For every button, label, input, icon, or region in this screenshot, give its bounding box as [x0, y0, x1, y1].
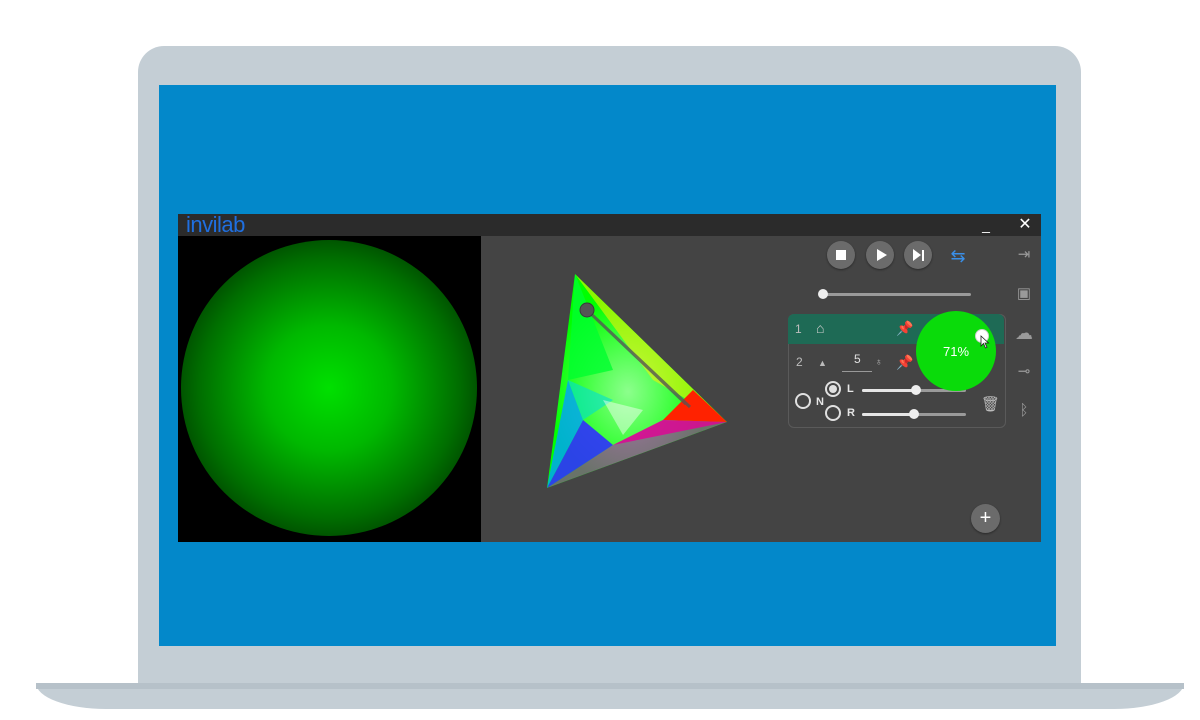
trash-icon[interactable]: 🗑	[981, 397, 1000, 412]
light-preview-glow	[181, 240, 477, 536]
add-scene-button[interactable]: +	[971, 504, 1000, 533]
color-triangle[interactable]	[543, 270, 733, 500]
fader-icon[interactable]: ♁	[875, 356, 883, 370]
channel-l-label: L	[847, 383, 854, 395]
play-button[interactable]	[866, 241, 894, 269]
skip-next-icon	[912, 249, 924, 261]
save-icon[interactable]: ▣	[1013, 283, 1035, 305]
laptop-base-edge	[36, 683, 1184, 689]
scene-value[interactable]: 5	[854, 352, 861, 366]
pin-icon[interactable]: 📌	[896, 355, 913, 369]
group-radio[interactable]	[795, 393, 811, 409]
timeline-slider-thumb[interactable]	[818, 289, 828, 299]
stop-button[interactable]	[827, 241, 855, 269]
light-preview	[178, 236, 481, 542]
exit-icon[interactable]: ⇥	[1013, 244, 1035, 266]
close-button[interactable]: ✕	[1014, 214, 1036, 236]
app-window: invilab _ ✕ ⇆ 1 ⌂ 📌 2 ▲ 5 ♁ 📌 N L R 🗑 71…	[178, 214, 1041, 542]
stop-icon	[836, 250, 846, 260]
minimize-button[interactable]: _	[975, 214, 997, 236]
channel-r-slider-fill	[862, 413, 914, 416]
channel-l-radio[interactable]	[825, 381, 841, 397]
timeline-slider[interactable]	[818, 289, 971, 299]
cloud-icon[interactable]: ☁	[1013, 322, 1035, 344]
loop-icon[interactable]: ⇆	[947, 245, 969, 267]
skip-next-button[interactable]	[904, 241, 932, 269]
channel-r-slider-thumb[interactable]	[909, 409, 919, 419]
intensity-bubble: 71%	[916, 311, 996, 391]
scene-number: 2	[796, 355, 803, 369]
triangle-handle[interactable]	[579, 302, 595, 318]
group-label: N	[816, 396, 824, 408]
home-icon[interactable]: ⌂	[816, 321, 824, 335]
mouse-cursor-icon	[980, 335, 990, 349]
channel-l-slider-fill	[862, 389, 917, 392]
chevron-up-icon[interactable]: ▲	[818, 356, 827, 370]
bluetooth-icon[interactable]: ᛒ	[1013, 400, 1035, 422]
plug-icon[interactable]: ⊸	[1013, 361, 1035, 383]
channel-r-slider[interactable]	[862, 409, 966, 419]
app-logo: invilab	[186, 214, 245, 237]
play-icon	[876, 249, 887, 261]
work-area: ⇆ 1 ⌂ 📌 2 ▲ 5 ♁ 📌 N L R 🗑 71% ⇥ ▣ ☁ ⊸ ᛒ …	[481, 236, 1041, 542]
channel-r-radio[interactable]	[825, 405, 841, 421]
title-bar: invilab _ ✕	[178, 214, 1041, 237]
pin-icon[interactable]: 📌	[896, 321, 913, 335]
value-underline	[842, 371, 872, 372]
scene-number: 1	[795, 322, 802, 336]
intensity-value: 71%	[942, 343, 970, 359]
channel-r-label: R	[847, 407, 855, 419]
